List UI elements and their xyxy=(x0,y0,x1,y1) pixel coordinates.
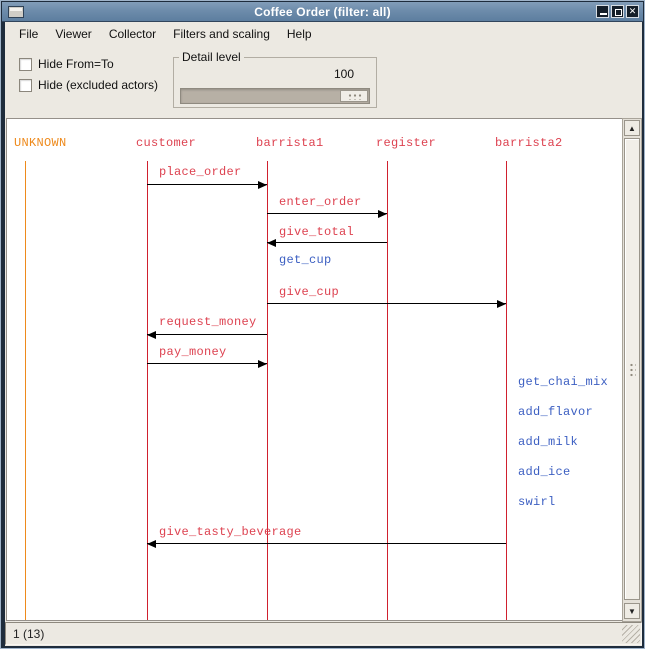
message-label-enter_order[interactable]: enter_order xyxy=(279,195,362,209)
message-label-swirl[interactable]: swirl xyxy=(518,495,556,509)
message-arrowhead-icon xyxy=(147,331,156,339)
detail-level-slider-handle[interactable] xyxy=(340,90,368,102)
actor-label-UNKNOWN[interactable]: UNKNOWN xyxy=(14,136,67,150)
scroll-down-button[interactable]: ▼ xyxy=(624,603,640,619)
message-arrow-line xyxy=(147,184,267,185)
message-label-give_total[interactable]: give_total xyxy=(279,225,354,239)
message-arrowhead-icon xyxy=(147,540,156,548)
scrollbar-grip-icon xyxy=(628,362,636,377)
window-title: Coffee Order (filter: all) xyxy=(2,5,643,19)
message-arrow-line xyxy=(267,213,387,214)
message-label-add_milk[interactable]: add_milk xyxy=(518,435,578,449)
hide-from-to-label: Hide From=To xyxy=(38,57,114,71)
actor-label-barrista2[interactable]: barrista2 xyxy=(495,136,563,150)
detail-level-value: 100 xyxy=(334,67,354,81)
message-arrowhead-icon xyxy=(258,181,267,189)
message-label-get_cup[interactable]: get_cup xyxy=(279,253,332,267)
scroll-up-button[interactable]: ▲ xyxy=(624,120,640,136)
actor-label-register[interactable]: register xyxy=(376,136,436,150)
minimize-button[interactable] xyxy=(596,5,609,18)
hide-from-to-row[interactable]: Hide From=To xyxy=(19,57,114,71)
message-arrowhead-icon xyxy=(497,300,506,308)
message-arrowhead-icon xyxy=(267,239,276,247)
hide-from-to-checkbox[interactable] xyxy=(19,58,32,71)
message-label-request_money[interactable]: request_money xyxy=(159,315,257,329)
menubar: File Viewer Collector Filters and scalin… xyxy=(5,22,642,45)
message-label-give_tasty_beverage[interactable]: give_tasty_beverage xyxy=(159,525,302,539)
menu-help[interactable]: Help xyxy=(282,24,317,44)
actor-label-customer[interactable]: customer xyxy=(136,136,196,150)
hide-excluded-label: Hide (excluded actors) xyxy=(38,78,158,92)
close-button[interactable]: ✕ xyxy=(626,5,639,18)
minimize-icon xyxy=(600,13,607,15)
lifeline-register xyxy=(387,161,388,620)
message-arrowhead-icon xyxy=(378,210,387,218)
message-label-pay_money[interactable]: pay_money xyxy=(159,345,227,359)
titlebar[interactable]: Coffee Order (filter: all) ✕ xyxy=(2,2,643,22)
status-text: 1 (13) xyxy=(13,627,44,641)
lifeline-UNKNOWN xyxy=(25,161,26,620)
maximize-icon xyxy=(615,9,622,16)
hide-excluded-checkbox[interactable] xyxy=(19,79,32,92)
detail-level-legend: Detail level xyxy=(179,50,244,64)
message-arrowhead-icon xyxy=(258,360,267,368)
menu-collector[interactable]: Collector xyxy=(104,24,161,44)
message-label-add_ice[interactable]: add_ice xyxy=(518,465,571,479)
resize-grip-icon[interactable] xyxy=(622,625,640,643)
message-label-give_cup[interactable]: give_cup xyxy=(279,285,339,299)
menu-viewer[interactable]: Viewer xyxy=(50,24,96,44)
message-arrow-line xyxy=(147,363,267,364)
scrollbar-thumb[interactable] xyxy=(624,138,640,600)
sequence-canvas[interactable]: UNKNOWN customer barrista1 register barrista… xyxy=(6,118,622,621)
message-arrow-line xyxy=(147,334,267,335)
maximize-button[interactable] xyxy=(611,5,624,18)
menu-file[interactable]: File xyxy=(14,24,43,44)
message-label-get_chai_mix[interactable]: get_chai_mix xyxy=(518,375,608,389)
slider-grip-icon xyxy=(347,92,362,100)
vertical-scrollbar[interactable]: ▲ ▼ xyxy=(622,118,642,622)
close-icon: ✕ xyxy=(629,6,637,16)
hide-excluded-row[interactable]: Hide (excluded actors) xyxy=(19,78,158,92)
message-arrow-line xyxy=(147,543,506,544)
actor-label-barrista1[interactable]: barrista1 xyxy=(256,136,324,150)
detail-level-slider[interactable] xyxy=(180,88,370,104)
detail-level-group: Detail level 100 xyxy=(173,57,377,108)
message-label-place_order[interactable]: place_order xyxy=(159,165,242,179)
app-window: Coffee Order (filter: all) ✕ File Viewer… xyxy=(0,0,645,649)
menu-filters-and-scaling[interactable]: Filters and scaling xyxy=(168,24,275,44)
lifeline-barrista1 xyxy=(267,161,268,620)
message-arrow-line xyxy=(267,303,506,304)
message-label-add_flavor[interactable]: add_flavor xyxy=(518,405,593,419)
lifeline-barrista2 xyxy=(506,161,507,620)
lifeline-customer xyxy=(147,161,148,620)
message-arrow-line xyxy=(267,242,387,243)
statusbar: 1 (13) xyxy=(5,622,642,645)
